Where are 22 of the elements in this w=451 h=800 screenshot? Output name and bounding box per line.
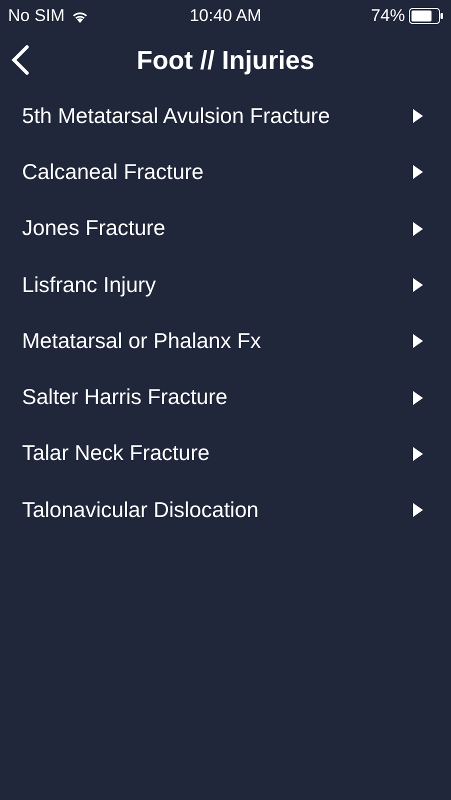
chevron-icon	[413, 390, 423, 405]
chevron-icon	[413, 503, 423, 518]
chevron-icon	[413, 278, 423, 292]
injury-list-item[interactable]: Salter Harris Fracture	[0, 369, 451, 426]
chevron-icon	[413, 446, 423, 461]
chevron-icon	[413, 165, 423, 180]
chevron-icon	[413, 334, 423, 348]
clock-time: 10:40 AM	[190, 6, 262, 26]
chevron-icon	[413, 109, 423, 124]
battery-percent: 74%	[370, 6, 405, 26]
battery-icon	[409, 8, 443, 24]
carrier-label: No SIM	[8, 6, 65, 26]
screen-title: Foot // Injuries	[136, 44, 314, 76]
injury-list-item[interactable]: Lisfranc Injury	[0, 256, 451, 314]
injury-list-item[interactable]: Talonavicular Dislocation	[0, 482, 451, 538]
wifi-icon	[70, 10, 89, 22]
injury-list-item[interactable]: Talar Neck Fracture	[0, 426, 451, 482]
chevron-icon	[413, 222, 423, 236]
injury-list-item[interactable]: Metatarsal or Phalanx Fx	[0, 313, 451, 370]
injury-list-item[interactable]: Calcaneal Fracture	[0, 144, 451, 201]
injury-list-item[interactable]: 5th Metatarsal Avulsion Fracture	[0, 88, 451, 144]
injury-list-item[interactable]: Jones Fracture	[0, 200, 451, 257]
